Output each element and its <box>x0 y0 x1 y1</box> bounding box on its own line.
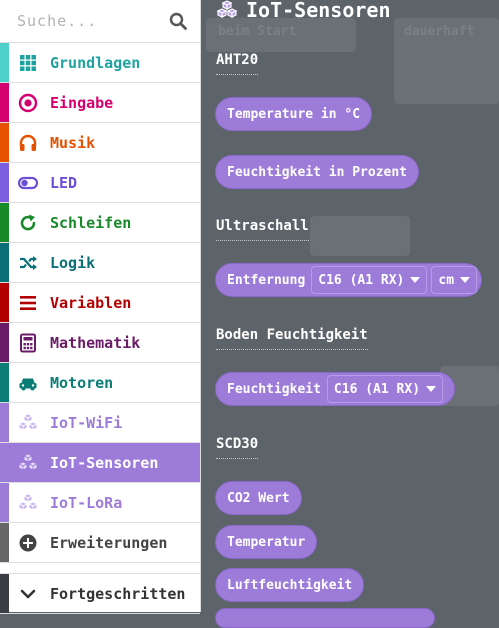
category-erweiterungen[interactable]: Erweiterungen <box>0 523 200 563</box>
category-iot-lora[interactable]: IoT-LoRa <box>0 483 200 523</box>
block-label: Temperatur <box>227 534 306 550</box>
toggle-icon <box>18 176 38 190</box>
category-variablen[interactable]: Variablen <box>0 283 200 323</box>
section-aht20: AHT20 <box>216 52 259 75</box>
category-color-bar <box>0 323 9 362</box>
category-grundlagen[interactable]: Grundlagen <box>0 43 200 83</box>
block-label: Temperature in °C <box>227 106 361 122</box>
category-advanced[interactable]: Fortgeschritten <box>0 574 200 614</box>
block-humidity-percent[interactable]: Feuchtigkeit in Prozent <box>215 155 420 189</box>
plus-circle-icon <box>19 534 37 552</box>
calculator-icon <box>20 333 36 353</box>
category-label: Logik <box>50 254 96 272</box>
block-label: Feuchtigkeit in Prozent <box>227 164 408 180</box>
dropdown-value: C16 (A1 RX) <box>333 381 421 397</box>
category-color-bar <box>0 123 9 162</box>
cubes-icon <box>18 493 38 511</box>
category-label: IoT-Sensoren <box>50 454 159 472</box>
refresh-icon <box>20 214 36 231</box>
category-color-bar <box>0 443 9 482</box>
category-label: Fortgeschritten <box>50 585 186 603</box>
toolbox-search <box>0 0 200 43</box>
block-label: CO2 Wert <box>227 490 290 506</box>
category-label: Eingabe <box>50 94 114 112</box>
category-color-bar <box>0 163 9 202</box>
chevron-down-icon <box>20 589 36 599</box>
category-separator <box>0 563 200 574</box>
flyout-title-label: IoT-Sensoren <box>246 0 391 22</box>
category-label: Mathematik <box>50 334 141 352</box>
block-temperature[interactable]: Temperatur <box>215 525 318 559</box>
circle-dot-icon <box>18 93 38 113</box>
caret-down-icon <box>410 277 421 283</box>
block-partial[interactable] <box>215 608 435 628</box>
grid-icon <box>20 55 36 71</box>
caret-down-icon <box>460 277 471 283</box>
cubes-icon <box>18 413 38 431</box>
dropdown-value: cm <box>438 272 455 288</box>
category-label: Musik <box>50 134 96 152</box>
section-boden-feuchtigkeit: Boden Feuchtigkeit <box>216 327 368 350</box>
category-label: Erweiterungen <box>50 534 168 552</box>
list-icon <box>20 296 36 310</box>
category-color-bar <box>0 574 9 613</box>
search-input[interactable] <box>0 0 160 42</box>
pin-dropdown[interactable]: C16 (A1 RX) <box>326 375 444 403</box>
category-color-bar <box>0 363 9 402</box>
flyout-title: IoT-Sensoren <box>216 0 391 24</box>
category-motoren[interactable]: Motoren <box>0 363 200 403</box>
pin-dropdown[interactable]: C16 (A1 RX) <box>311 266 428 294</box>
category-eingabe[interactable]: Eingabe <box>0 83 200 123</box>
category-color-bar <box>0 283 9 322</box>
category-list: Grundlagen Eingabe Musik LED Schleifen Logik V… <box>0 43 200 563</box>
category-musik[interactable]: Musik <box>0 123 200 163</box>
category-led[interactable]: LED <box>0 163 200 203</box>
section-scd30: SCD30 <box>216 436 259 459</box>
category-label: Schleifen <box>50 214 132 232</box>
headphones-icon <box>19 134 37 151</box>
category-label: Grundlagen <box>50 54 141 72</box>
category-logik[interactable]: Logik <box>0 243 200 283</box>
category-color-bar <box>0 403 9 442</box>
cubes-icon <box>216 0 238 18</box>
category-label: IoT-WiFi <box>50 414 123 432</box>
search-icon[interactable] <box>169 12 187 30</box>
category-iot-wifi[interactable]: IoT-WiFi <box>0 403 200 443</box>
category-color-bar <box>0 483 9 522</box>
category-color-bar <box>0 243 9 282</box>
category-label: LED <box>50 174 78 192</box>
category-color-bar <box>0 523 9 562</box>
category-iot-sensoren[interactable]: IoT-Sensoren <box>0 443 200 483</box>
block-temperature-celsius[interactable]: Temperature in °C <box>215 97 373 131</box>
car-icon <box>19 378 37 391</box>
cubes-icon <box>18 453 38 471</box>
category-label: Motoren <box>50 374 114 392</box>
category-mathematik[interactable]: Mathematik <box>0 323 200 363</box>
section-ultraschall: Ultraschall <box>216 218 309 241</box>
category-schleifen[interactable]: Schleifen <box>0 203 200 243</box>
category-flyout: IoT-Sensoren AHT20 Temperature in °C Feu… <box>201 0 499 628</box>
unit-dropdown[interactable]: cm <box>431 266 478 294</box>
toolbox-sidebar: Grundlagen Eingabe Musik LED Schleifen Logik V… <box>0 0 201 614</box>
category-label: IoT-LoRa <box>50 494 123 512</box>
category-color-bar <box>0 83 9 122</box>
category-label: Variablen <box>50 294 132 312</box>
block-distance[interactable]: Entfernung C16 (A1 RX) cm <box>215 263 483 297</box>
caret-down-icon <box>426 386 437 392</box>
block-co2-value[interactable]: CO2 Wert <box>215 481 302 515</box>
category-color-bar <box>0 43 9 82</box>
category-color-bar <box>0 203 9 242</box>
block-soil-moisture[interactable]: Feuchtigkeit C16 (A1 RX) <box>215 372 456 406</box>
dropdown-value: C16 (A1 RX) <box>318 272 405 288</box>
block-label: Luftfeuchtigkeit <box>227 577 353 593</box>
block-label: Feuchtigkeit <box>227 381 321 397</box>
shuffle-icon <box>20 256 37 270</box>
block-air-humidity[interactable]: Luftfeuchtigkeit <box>215 568 365 602</box>
block-label: Entfernung <box>227 272 306 288</box>
